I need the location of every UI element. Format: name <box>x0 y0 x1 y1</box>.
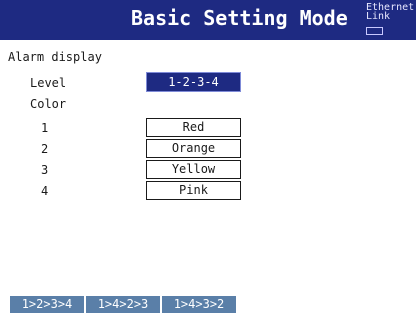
softkey-2[interactable]: 1>4>2>3 <box>86 296 162 313</box>
color-row-index-1: 1 <box>41 121 49 135</box>
color-field-1[interactable]: Red <box>146 118 241 137</box>
ethernet-status: Ethernet Link <box>366 3 414 22</box>
page-title: Basic Setting Mode <box>131 6 348 30</box>
softkey-3[interactable]: 1>4>3>2 <box>162 296 238 313</box>
color-field-3[interactable]: Yellow <box>146 160 241 179</box>
color-row-index-2: 2 <box>41 142 49 156</box>
color-row-index-3: 3 <box>41 163 49 177</box>
level-label: Level <box>30 76 67 90</box>
color-field-4[interactable]: Pink <box>146 181 241 200</box>
ethernet-link-icon <box>366 27 383 35</box>
color-field-2[interactable]: Orange <box>146 139 241 158</box>
title-bar: Basic Setting Mode Ethernet Link <box>0 0 416 40</box>
color-row-index-4: 4 <box>41 184 49 198</box>
softkey-1[interactable]: 1>2>3>4 <box>10 296 86 313</box>
level-selector[interactable]: 1-2-3-4 <box>146 72 241 92</box>
link-label: Link <box>366 11 391 22</box>
section-title: Alarm display <box>8 50 102 64</box>
color-label: Color <box>30 97 67 111</box>
